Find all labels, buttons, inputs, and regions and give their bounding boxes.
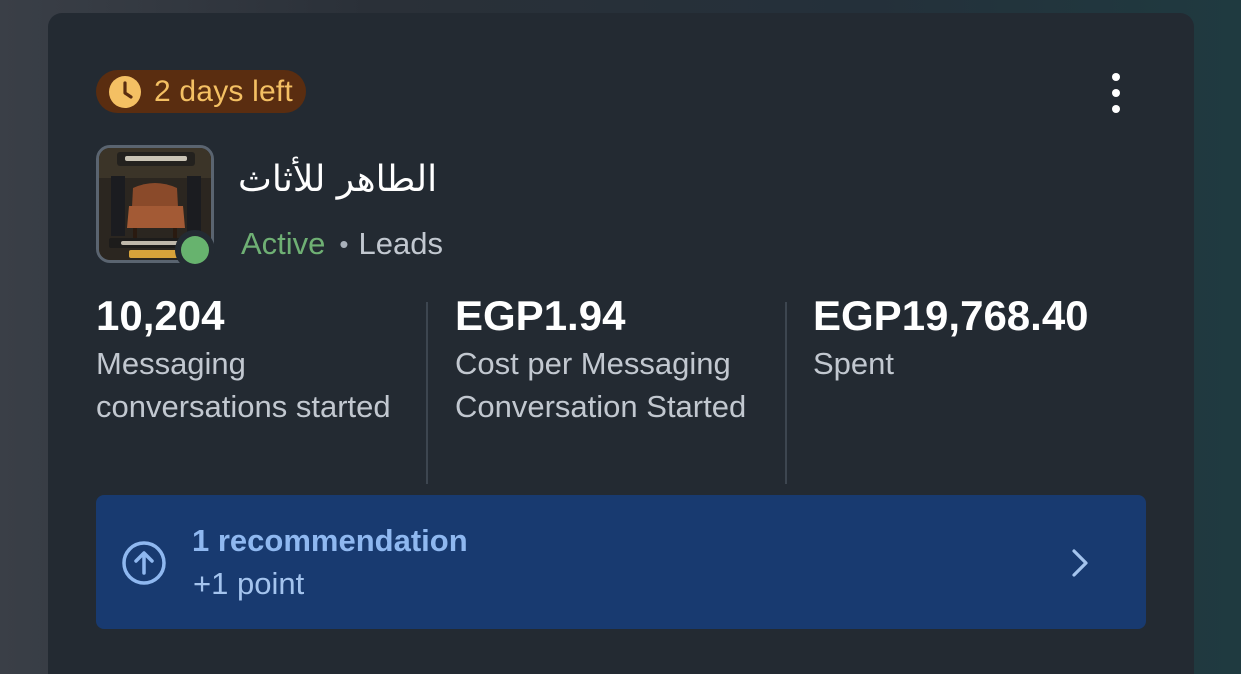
metric-cost-per-result: EGP1.94 Cost per Messaging Conversation … bbox=[455, 293, 775, 428]
divider bbox=[426, 302, 428, 484]
metric-value: EGP19,768.40 bbox=[813, 292, 1089, 339]
recommendation-subtitle: +1 point bbox=[193, 566, 305, 601]
status-separator: • bbox=[339, 228, 349, 259]
time-left-badge: 2 days left bbox=[96, 70, 306, 113]
arrow-up-circle-icon bbox=[122, 541, 166, 585]
clock-icon bbox=[109, 75, 141, 108]
more-vertical-icon[interactable] bbox=[1102, 71, 1130, 115]
divider bbox=[785, 302, 787, 484]
metric-label: Spent bbox=[813, 346, 895, 381]
recommendation-title: 1 recommendation bbox=[192, 523, 468, 558]
campaign-card: 2 days left الطاهر للأثاث Active • Leads… bbox=[48, 13, 1194, 674]
metric-value: 10,204 bbox=[96, 292, 225, 339]
ad-name[interactable]: الطاهر للأثاث bbox=[238, 159, 437, 200]
metric-results: 10,204 Messaging conversations started bbox=[96, 293, 396, 428]
recommendation-banner[interactable]: 1 recommendation +1 point bbox=[96, 495, 1146, 629]
metric-spent: EGP19,768.40 Spent bbox=[813, 293, 1153, 386]
objective-text: Leads bbox=[358, 226, 443, 261]
status-row: Active • Leads bbox=[241, 226, 443, 262]
status-indicator bbox=[175, 230, 215, 270]
status-text: Active bbox=[241, 226, 326, 261]
metric-value: EGP1.94 bbox=[455, 292, 626, 339]
metric-label: Cost per Messaging Conversation Started bbox=[455, 346, 747, 424]
metric-label: Messaging conversations started bbox=[96, 346, 391, 424]
chevron-right-icon bbox=[1072, 549, 1088, 577]
time-left-text: 2 days left bbox=[154, 74, 293, 108]
